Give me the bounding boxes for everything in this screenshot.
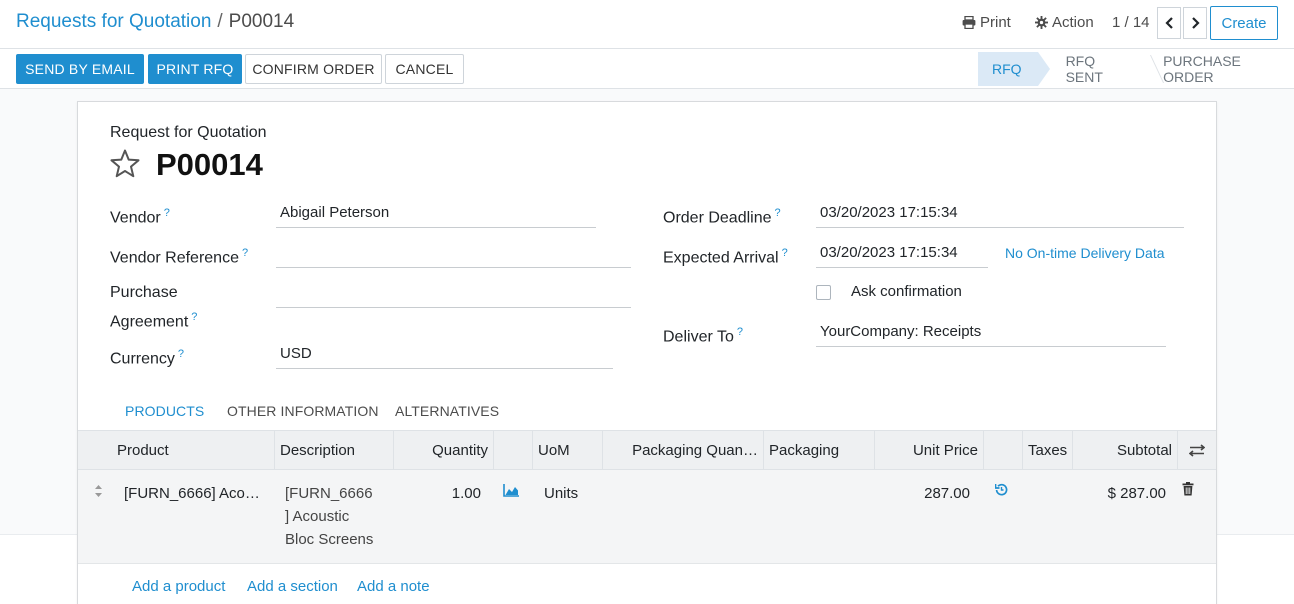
add-note-link[interactable]: Add a note — [357, 578, 430, 595]
order-deadline-label: Order Deadline? — [663, 201, 781, 230]
vendor-label: Vendor? — [110, 201, 170, 230]
chevron-left-icon — [1164, 17, 1173, 29]
help-icon[interactable]: ? — [164, 207, 170, 219]
currency-field[interactable]: USD — [276, 341, 613, 369]
vendor-reference-label-text: Vendor Reference — [110, 249, 239, 267]
column-header-unit-price[interactable]: Unit Price — [874, 431, 983, 470]
row-unit-price[interactable]: 287.00 — [874, 482, 970, 505]
cancel-button[interactable]: CANCEL — [385, 54, 464, 84]
ask-confirmation-checkbox[interactable] — [816, 285, 831, 300]
table-row[interactable]: [FURN_6666] Aco… [FURN_6666 ] Acoustic B… — [78, 470, 1216, 564]
document-type-label: Request for Quotation — [110, 124, 267, 141]
vendor-reference-field[interactable] — [276, 240, 631, 268]
stage-rfq[interactable]: RFQ — [978, 52, 1050, 86]
deliver-to-label: Deliver To? — [663, 320, 743, 349]
deliver-to-label-text: Deliver To — [663, 328, 734, 346]
row-subtotal: $ 287.00 — [1107, 485, 1166, 502]
expected-arrival-label-text: Expected Arrival — [663, 249, 779, 267]
trash-icon[interactable] — [1182, 482, 1194, 496]
order-deadline-label-text: Order Deadline — [663, 209, 772, 227]
print-rfq-button[interactable]: PRINT RFQ — [148, 54, 242, 84]
tab-alternatives[interactable]: ALTERNATIVES — [395, 403, 499, 425]
pager-next-button[interactable] — [1183, 7, 1207, 39]
help-icon[interactable]: ? — [737, 326, 743, 338]
help-icon[interactable]: ? — [191, 311, 197, 323]
order-deadline-field[interactable]: 03/20/2023 17:15:34 — [816, 200, 1184, 228]
column-header-uom[interactable]: UoM — [532, 431, 602, 470]
currency-label: Currency? — [110, 342, 184, 371]
chevron-right-icon — [1191, 17, 1200, 29]
confirm-order-button[interactable]: CONFIRM ORDER — [245, 54, 382, 84]
expected-arrival-field[interactable]: 03/20/2023 17:15:34 — [816, 240, 988, 268]
breadcrumb-current: P00014 — [228, 11, 295, 32]
row-product[interactable]: [FURN_6666] Aco… — [124, 482, 269, 505]
add-product-link[interactable]: Add a product — [132, 578, 225, 595]
column-header-forecast — [493, 431, 532, 470]
vendor-label-text: Vendor — [110, 209, 161, 227]
row-uom[interactable]: Units — [544, 482, 602, 505]
vendor-field[interactable]: Abigail Peterson — [276, 200, 596, 228]
document-name: P00014 — [156, 147, 263, 182]
purchase-agreement-label-line2: Agreement — [110, 313, 189, 331]
column-header-subtotal[interactable]: Subtotal — [1072, 431, 1177, 470]
column-header-quantity[interactable]: Quantity — [393, 431, 493, 470]
pager-previous-button[interactable] — [1157, 7, 1181, 39]
gear-icon — [1035, 16, 1048, 29]
reset-price-icon[interactable] — [995, 483, 1008, 496]
help-icon[interactable]: ? — [178, 348, 184, 360]
expected-arrival-label: Expected Arrival? — [663, 241, 788, 270]
column-header-product[interactable]: Product — [112, 431, 274, 470]
drag-handle-icon[interactable] — [94, 484, 103, 498]
help-icon[interactable]: ? — [782, 247, 788, 259]
stage-purchase-order[interactable]: PURCHASE ORDER — [1145, 52, 1294, 86]
optional-columns-icon — [1189, 444, 1205, 457]
tab-other-information[interactable]: OTHER INFORMATION — [227, 403, 379, 425]
column-header-price-reset — [983, 431, 1022, 470]
breadcrumb-parent-link[interactable]: Requests for Quotation — [16, 11, 211, 32]
purchase-agreement-label-line1: Purchase — [110, 284, 178, 301]
order-lines-header: Product Description Quantity UoM Packagi… — [78, 430, 1216, 470]
purchase-agreement-label: Purchase Agreement? — [110, 281, 197, 334]
stage-rfq-sent[interactable]: RFQ SENT — [1038, 52, 1146, 86]
control-panel: Requests for Quotation / P00014 Print Acti… — [0, 0, 1294, 49]
row-quantity[interactable]: 1.00 — [393, 482, 481, 505]
tab-products[interactable]: PRODUCTS — [125, 403, 204, 425]
breadcrumb-separator: / — [217, 11, 223, 32]
help-icon[interactable]: ? — [775, 207, 781, 219]
optional-columns-toggle[interactable] — [1177, 431, 1216, 470]
currency-label-text: Currency — [110, 350, 175, 368]
create-button[interactable]: Create — [1210, 6, 1278, 40]
row-description-line: Bloc Screens — [285, 531, 374, 548]
on-time-delivery-link[interactable]: No On-time Delivery Data — [1005, 245, 1165, 261]
row-description-line: ] Acoustic — [285, 508, 350, 525]
column-header-packaging[interactable]: Packaging — [763, 431, 874, 470]
star-icon[interactable] — [109, 148, 141, 180]
purchase-agreement-field[interactable] — [276, 280, 631, 308]
column-header-description[interactable]: Description — [274, 431, 393, 470]
breadcrumb: Requests for Quotation / P00014 — [16, 11, 294, 33]
column-header-taxes[interactable]: Taxes — [1022, 431, 1072, 470]
print-button[interactable]: Print — [962, 14, 1011, 31]
printer-icon — [962, 16, 976, 29]
deliver-to-field[interactable]: YourCompany: Receipts — [816, 319, 1166, 347]
row-description-line: [FURN_6666 — [285, 485, 373, 502]
ask-confirmation-label: Ask confirmation — [851, 283, 962, 300]
action-button[interactable]: Action — [1035, 14, 1094, 31]
vendor-reference-label: Vendor Reference? — [110, 241, 248, 270]
send-by-email-button[interactable]: SEND BY EMAIL — [16, 54, 144, 84]
pager-value[interactable]: 1 / 14 — [1112, 14, 1150, 31]
print-label: Print — [980, 14, 1011, 31]
add-section-link[interactable]: Add a section — [247, 578, 338, 595]
column-header-packaging-quantity[interactable]: Packaging Quan… — [602, 431, 763, 470]
action-label: Action — [1052, 14, 1094, 31]
stage-pipeline: RFQ RFQ SENT PURCHASE ORDER — [978, 52, 1294, 86]
row-description[interactable]: [FURN_6666 ] Acoustic Bloc Screens — [285, 482, 385, 551]
help-icon[interactable]: ? — [242, 247, 248, 259]
forecast-chart-icon[interactable] — [503, 484, 520, 497]
